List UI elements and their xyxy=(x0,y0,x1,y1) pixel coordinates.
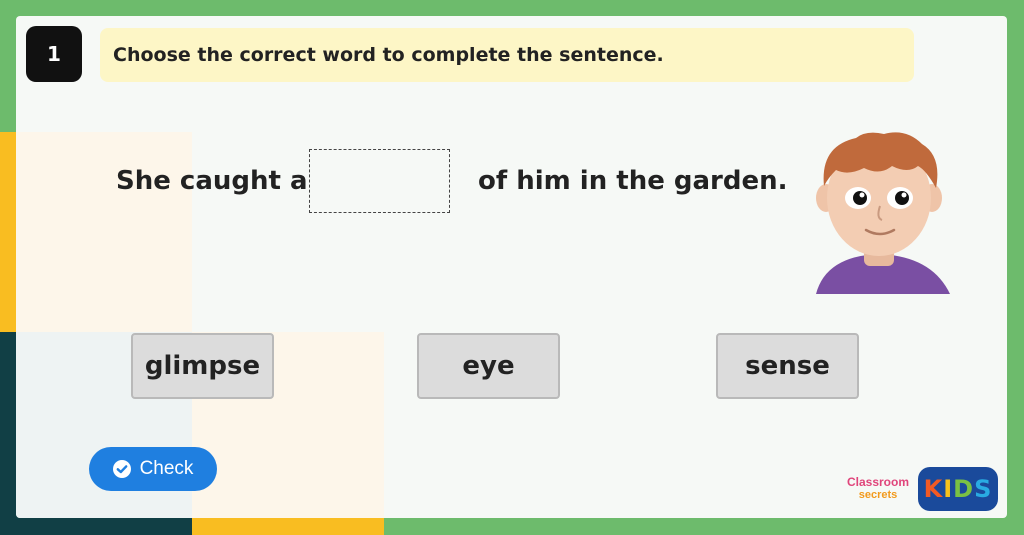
instruction-text: Choose the correct word to complete the … xyxy=(113,44,664,66)
background-tint xyxy=(16,132,192,332)
kids-logo-letter: K xyxy=(923,475,944,503)
sentence-before: She caught a xyxy=(116,166,308,196)
kids-logo-letter: I xyxy=(943,475,954,503)
answer-drop-zone[interactable] xyxy=(309,149,450,213)
check-button-label: Check xyxy=(139,458,194,479)
kids-logo: K I D S xyxy=(918,467,998,511)
instruction-banner: Choose the correct word to complete the … xyxy=(100,28,914,82)
question-card: 1 Choose the correct word to complete th… xyxy=(16,16,1007,518)
option-button-sense[interactable]: sense xyxy=(716,333,859,399)
classroom-secrets-logo: Classroom secrets xyxy=(842,476,914,506)
question-number-badge: 1 xyxy=(26,26,82,82)
option-button-glimpse[interactable]: glimpse xyxy=(131,333,274,399)
logo-text-line2: secrets xyxy=(858,489,898,501)
check-button[interactable]: Check xyxy=(89,447,217,491)
check-circle-icon xyxy=(112,460,131,478)
boy-character-illustration xyxy=(816,132,950,294)
sentence-after: of him in the garden. xyxy=(478,166,788,196)
option-button-eye[interactable]: eye xyxy=(417,333,560,399)
logo-text-line1: Classroom xyxy=(846,475,910,489)
frame-yellow-bottom-strip xyxy=(192,517,384,535)
kids-logo-letter: S xyxy=(974,475,993,503)
frame-dark-bottom-strip xyxy=(0,517,192,535)
kids-logo-letter: D xyxy=(953,475,975,503)
